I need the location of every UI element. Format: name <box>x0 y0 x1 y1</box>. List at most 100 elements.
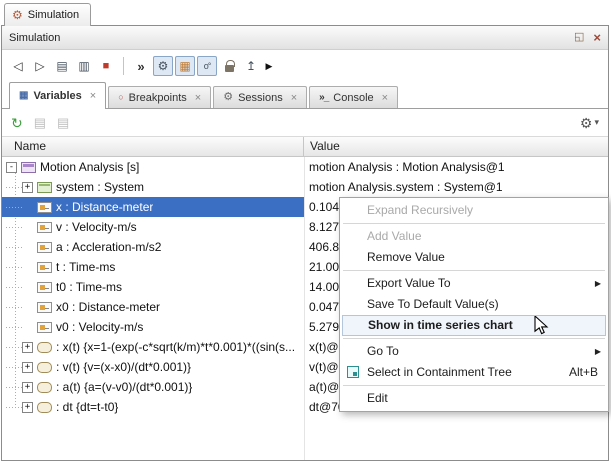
row-value[interactable]: motion Analysis.system : System@1 <box>304 177 608 197</box>
part-property-icon <box>37 182 52 193</box>
export-variables-button: ▤ <box>34 116 46 129</box>
row-label: : dt {dt=t-t0} <box>56 400 118 414</box>
sessions-icon: ⚙ <box>223 92 233 103</box>
menu-item-label: Select in Containment Tree <box>367 365 512 379</box>
simulation-options-button[interactable]: ⚙ <box>153 56 173 76</box>
sessions-panel-button[interactable]: ▤ <box>52 56 72 76</box>
animation-toggle-button[interactable]: ▦ <box>175 56 195 76</box>
tab-label: Variables <box>33 90 81 102</box>
menu-item-label: Go To <box>367 344 399 358</box>
row-label: t : Time-ms <box>56 260 115 274</box>
tab-label: Breakpoints <box>129 92 187 104</box>
menu-separator <box>343 385 605 386</box>
close-window-button[interactable]: × <box>593 31 601 44</box>
column-header-value: Value <box>304 137 608 156</box>
row-label: a : Accleration-m/s2 <box>56 240 161 254</box>
menu-item-select-in-containment-tree[interactable]: Select in Containment Tree Alt+B <box>340 362 608 383</box>
export-button[interactable]: ↥ <box>241 56 261 76</box>
tree-guide <box>6 287 22 288</box>
time-series-toggle-button[interactable]: o° <box>197 56 217 76</box>
import-variables-button: ▤ <box>57 116 69 129</box>
submenu-arrow-icon: ▶ <box>595 273 601 294</box>
value-property-icon <box>37 322 52 333</box>
tab-breakpoints[interactable]: ○ Breakpoints × <box>108 86 211 108</box>
context-menu: Expand Recursively Add Value Remove Valu… <box>339 197 609 412</box>
lock-icon <box>225 65 234 72</box>
refresh-button[interactable]: ↻ <box>11 116 23 130</box>
console-icon: »_ <box>319 93 328 103</box>
row-label: x : Distance-meter <box>56 200 153 214</box>
expand-icon[interactable]: + <box>22 342 33 353</box>
menu-item-go-to[interactable]: Go To ▶ <box>340 341 608 362</box>
simulation-toolbar: ◁ ▷ ▤ ▥ ■ » ⚙ ▦ o° ↥ ▶ <box>2 50 608 82</box>
expand-icon[interactable]: + <box>22 382 33 393</box>
tree-guide <box>6 187 22 188</box>
toolbar-separator <box>123 57 124 75</box>
menu-item-add-value: Add Value <box>340 226 608 247</box>
menu-item-show-in-time-series-chart[interactable]: Show in time series chart <box>342 315 606 336</box>
tree-guide <box>6 227 22 228</box>
value-property-icon <box>37 302 52 313</box>
menu-separator <box>343 223 605 224</box>
tab-sessions[interactable]: ⚙ Sessions × <box>213 86 307 108</box>
float-window-button[interactable]: ◱ <box>574 32 584 43</box>
table-row[interactable]: + system : System motion Analysis.system… <box>2 177 608 197</box>
tab-variables[interactable]: ▦ Variables × <box>9 82 106 109</box>
tree-guide <box>6 407 22 408</box>
tab-close-icon[interactable]: × <box>291 92 297 104</box>
row-label: : x(t) {x=1-(exp(-c*sqrt(k/m)*t*0.001)*(… <box>56 340 295 354</box>
expand-icon[interactable]: + <box>22 362 33 373</box>
value-property-icon <box>37 222 52 233</box>
tree-guide <box>6 307 22 308</box>
tab-close-icon[interactable]: × <box>195 92 201 104</box>
menu-separator <box>343 270 605 271</box>
chevrons-icon: » <box>131 56 151 76</box>
table-header: Name Value <box>2 136 608 157</box>
collapse-icon[interactable]: - <box>6 162 17 173</box>
mouse-cursor <box>534 316 549 336</box>
expand-icon[interactable]: + <box>22 402 33 413</box>
menu-item-export-value-to[interactable]: Export Value To ▶ <box>340 273 608 294</box>
row-label: t0 : Time-ms <box>56 280 122 294</box>
terminate-button[interactable]: ■ <box>96 56 116 76</box>
play-button[interactable]: ▷ <box>30 56 50 76</box>
tree-guide <box>6 207 22 208</box>
constraint-property-icon <box>37 362 52 373</box>
analysis-config-icon <box>21 162 36 173</box>
menu-item-expand-recursively: Expand Recursively <box>340 200 608 221</box>
table-row[interactable]: - Motion Analysis [s] motion Analysis : … <box>2 157 608 177</box>
column-header-name: Name <box>2 137 304 156</box>
tree-guide <box>6 347 22 348</box>
containment-tree-icon <box>347 366 359 378</box>
submenu-arrow-icon: ▶ <box>595 341 601 362</box>
tab-close-icon[interactable]: × <box>90 90 96 102</box>
step-button[interactable]: ◁ <box>8 56 28 76</box>
lock-button[interactable] <box>219 56 239 76</box>
breakpoints-icon: ○ <box>118 93 123 102</box>
tab-console[interactable]: »_ Console × <box>309 86 398 108</box>
dock-tab-simulation[interactable]: ⚙ Simulation <box>4 3 91 26</box>
simulation-panel: ⚙ Simulation Simulation ◱ × ◁ ▷ ▤ ▥ ■ » … <box>0 0 611 463</box>
tab-strip: ▦ Variables × ○ Breakpoints × ⚙ Sessions… <box>2 82 608 109</box>
expand-icon[interactable]: + <box>22 182 33 193</box>
row-value[interactable]: motion Analysis : Motion Analysis@1 <box>304 157 608 177</box>
value-property-icon <box>37 202 52 213</box>
value-property-icon <box>37 242 52 253</box>
row-label: v0 : Velocity-m/s <box>56 320 143 334</box>
chevron-down-icon: ▾ <box>594 118 599 127</box>
menu-item-save-to-default-values[interactable]: Save To Default Value(s) <box>340 294 608 315</box>
menu-item-label: Export Value To <box>367 276 451 290</box>
tree-guide <box>6 267 22 268</box>
toolbar-expand-icon[interactable]: ▶ <box>263 56 275 76</box>
dock-tab-label: Simulation <box>28 9 79 21</box>
tree-guide <box>6 247 22 248</box>
menu-item-edit[interactable]: Edit <box>340 388 608 409</box>
menu-shortcut: Alt+B <box>569 362 598 383</box>
row-label: v : Velocity-m/s <box>56 220 137 234</box>
menu-item-remove-value[interactable]: Remove Value <box>340 247 608 268</box>
menu-separator <box>343 338 605 339</box>
tab-close-icon[interactable]: × <box>382 92 388 104</box>
tree-guide <box>6 387 22 388</box>
console-panel-button[interactable]: ▥ <box>74 56 94 76</box>
table-options-button[interactable]: ⚙ ▾ <box>580 116 599 130</box>
